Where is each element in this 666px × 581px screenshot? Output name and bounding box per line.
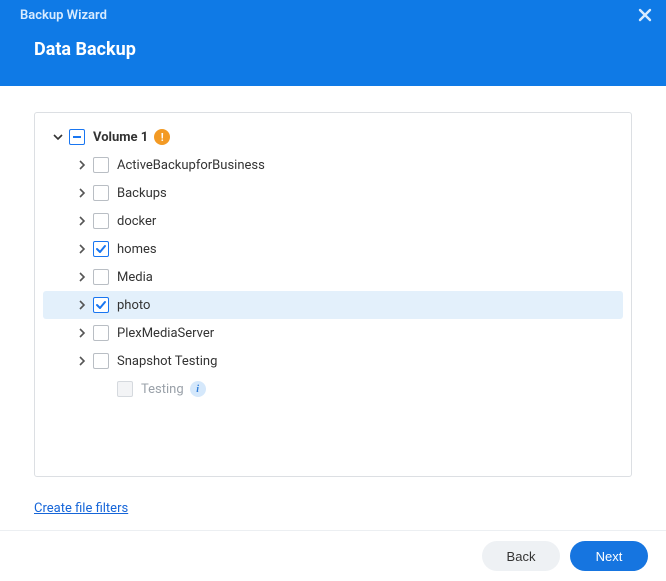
checkbox[interactable] <box>93 213 109 229</box>
tree-item-label: photo <box>117 298 150 313</box>
tree-row[interactable]: photo <box>43 291 623 319</box>
tree-root-label: Volume 1 <box>93 130 148 145</box>
tree-row[interactable]: Snapshot Testing <box>43 347 623 375</box>
chevron-right-icon[interactable] <box>75 354 89 368</box>
wizard-footer: Back Next <box>0 530 666 581</box>
chevron-right-icon[interactable] <box>75 158 89 172</box>
filters-row: Create file filters <box>0 483 666 516</box>
chevron-right-icon[interactable] <box>75 242 89 256</box>
tree-row[interactable]: PlexMediaServer <box>43 319 623 347</box>
checkbox[interactable] <box>93 269 109 285</box>
tree-row[interactable]: Testing i <box>43 375 623 403</box>
checkbox[interactable] <box>93 325 109 341</box>
checkbox <box>117 381 133 397</box>
checkbox[interactable] <box>93 353 109 369</box>
tree-row[interactable]: Backups <box>43 179 623 207</box>
next-button[interactable]: Next <box>570 541 648 571</box>
tree-item-label: docker <box>117 214 156 229</box>
checkbox[interactable] <box>93 297 109 313</box>
tree-row[interactable]: Media <box>43 263 623 291</box>
wizard-title: Backup Wizard <box>20 0 646 23</box>
chevron-right-icon[interactable] <box>75 298 89 312</box>
tree-item-label: Backups <box>117 186 167 201</box>
tree-root-row[interactable]: Volume 1 ! <box>43 123 623 151</box>
checkbox-indeterminate[interactable] <box>69 129 85 145</box>
chevron-down-icon[interactable] <box>51 130 65 144</box>
tree-row[interactable]: homes <box>43 235 623 263</box>
chevron-right-icon[interactable] <box>75 186 89 200</box>
chevron-right-icon[interactable] <box>75 270 89 284</box>
chevron-right-icon[interactable] <box>75 214 89 228</box>
back-button[interactable]: Back <box>482 541 560 571</box>
tree-item-label: Media <box>117 270 153 285</box>
checkbox[interactable] <box>93 157 109 173</box>
warning-badge-icon[interactable]: ! <box>154 129 170 145</box>
checkbox[interactable] <box>93 241 109 257</box>
chevron-right-icon[interactable] <box>75 326 89 340</box>
close-icon[interactable] <box>638 6 652 27</box>
info-badge-icon[interactable]: i <box>190 381 206 397</box>
page-title: Data Backup <box>20 23 646 60</box>
tree-row[interactable]: docker <box>43 207 623 235</box>
tree-item-label: ActiveBackupforBusiness <box>117 158 265 173</box>
tree-row[interactable]: ActiveBackupforBusiness <box>43 151 623 179</box>
folder-tree: Volume 1 ! ActiveBackupforBusiness Backup… <box>34 112 632 477</box>
tree-item-label: Snapshot Testing <box>117 354 217 369</box>
wizard-body: Volume 1 ! ActiveBackupforBusiness Backup… <box>0 86 666 483</box>
tree-item-label: Testing <box>141 382 184 397</box>
wizard-header: Backup Wizard Data Backup <box>0 0 666 86</box>
tree-item-label: PlexMediaServer <box>117 326 214 341</box>
create-file-filters-link[interactable]: Create file filters <box>34 501 128 516</box>
tree-item-label: homes <box>117 242 157 257</box>
checkbox[interactable] <box>93 185 109 201</box>
